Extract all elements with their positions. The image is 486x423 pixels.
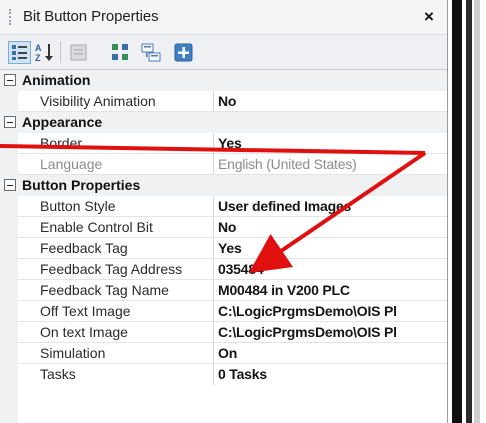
column-divider[interactable] [213,238,214,259]
property-row-simulation[interactable]: Simulation On [0,343,447,364]
column-divider[interactable] [213,280,214,301]
property-value[interactable]: On [218,345,237,361]
property-name: Feedback Tag [40,240,128,256]
column-divider[interactable] [213,301,214,322]
expand-all-button[interactable] [109,41,132,64]
property-row-border[interactable]: Border Yes [0,133,447,154]
categorized-icon [12,45,27,60]
property-name: Feedback Tag Address [40,261,183,277]
property-pages-button[interactable] [67,41,90,64]
window-edge-dark [452,0,462,423]
window-edge-light [474,0,480,423]
category-label: Appearance [22,114,103,130]
categorized-button[interactable] [8,41,31,64]
property-value[interactable]: 035484 [218,261,264,277]
category-animation[interactable]: Animation [0,70,447,91]
svg-text:A: A [35,43,42,53]
close-button[interactable]: × [418,6,440,28]
column-divider[interactable] [213,133,214,154]
alphabetical-button[interactable]: A Z [33,41,56,64]
property-value[interactable]: Yes [218,240,242,256]
title-bar[interactable]: Bit Button Properties × [0,0,447,34]
property-row-feedback-tag[interactable]: Feedback Tag Yes [0,238,447,259]
category-label: Button Properties [22,177,141,193]
column-divider[interactable] [213,91,214,112]
collapse-toggle-icon[interactable] [4,179,16,191]
property-value[interactable]: Yes [218,135,242,151]
panel-title: Bit Button Properties [23,8,159,25]
property-row-enable-control-bit[interactable]: Enable Control Bit No [0,217,447,238]
category-button-properties[interactable]: Button Properties [0,175,447,196]
property-value[interactable]: No [218,93,236,109]
collapse-all-button[interactable] [140,41,163,64]
property-name: Button Style [40,198,116,214]
toolbar-separator [60,42,61,63]
properties-toolbar: A Z [0,34,447,70]
column-divider[interactable] [213,322,214,343]
category-label: Animation [22,72,91,88]
collapse-all-icon [141,43,161,62]
drag-grip-icon[interactable] [9,9,11,25]
property-value[interactable]: User defined Images [218,198,351,214]
property-grid: Animation Visibility Animation No Appear… [0,70,447,423]
property-name: Language [40,156,103,172]
collapse-toggle-icon[interactable] [4,74,16,86]
property-name: Off Text Image [40,303,131,319]
property-name: Feedback Tag Name [40,282,169,298]
property-value[interactable]: C:\LogicPrgmsDemo\OIS Pl [218,324,397,340]
property-value: English (United States) [218,156,357,172]
collapse-toggle-icon[interactable] [4,116,16,128]
add-button[interactable] [172,41,195,64]
property-value[interactable]: 0 Tasks [218,366,267,382]
window-edge-mid [466,0,472,423]
expand-all-icon [112,44,128,60]
property-row-visibility-animation[interactable]: Visibility Animation No [0,91,447,112]
column-divider[interactable] [213,364,214,385]
property-row-feedback-tag-address[interactable]: Feedback Tag Address 035484 [0,259,447,280]
property-row-on-text-image[interactable]: On text Image C:\LogicPrgmsDemo\OIS Pl [0,322,447,343]
properties-panel: Bit Button Properties × A Z Animation Vi… [0,0,448,423]
property-row-off-text-image[interactable]: Off Text Image C:\LogicPrgmsDemo\OIS Pl [0,301,447,322]
property-name: Simulation [40,345,106,361]
category-appearance[interactable]: Appearance [0,112,447,133]
property-name: Border [40,135,83,151]
column-divider[interactable] [213,217,214,238]
property-value[interactable]: C:\LogicPrgmsDemo\OIS Pl [218,303,397,319]
column-divider[interactable] [213,154,214,175]
alphabetical-icon: A Z [35,43,53,63]
property-value[interactable]: No [218,219,236,235]
property-name: On text Image [40,324,128,340]
svg-text:Z: Z [35,53,41,63]
property-name: Visibility Animation [40,93,156,109]
property-value[interactable]: M00484 in V200 PLC [218,282,350,298]
column-divider[interactable] [213,196,214,217]
property-name: Tasks [40,366,76,382]
property-name: Enable Control Bit [40,219,153,235]
column-divider[interactable] [213,259,214,280]
property-row-feedback-tag-name[interactable]: Feedback Tag Name M00484 in V200 PLC [0,280,447,301]
add-icon [174,43,193,62]
property-row-tasks[interactable]: Tasks 0 Tasks [0,364,447,385]
property-row-language[interactable]: Language English (United States) [0,154,447,175]
column-divider[interactable] [213,343,214,364]
property-row-button-style[interactable]: Button Style User defined Images [0,196,447,217]
property-pages-icon [70,44,87,61]
